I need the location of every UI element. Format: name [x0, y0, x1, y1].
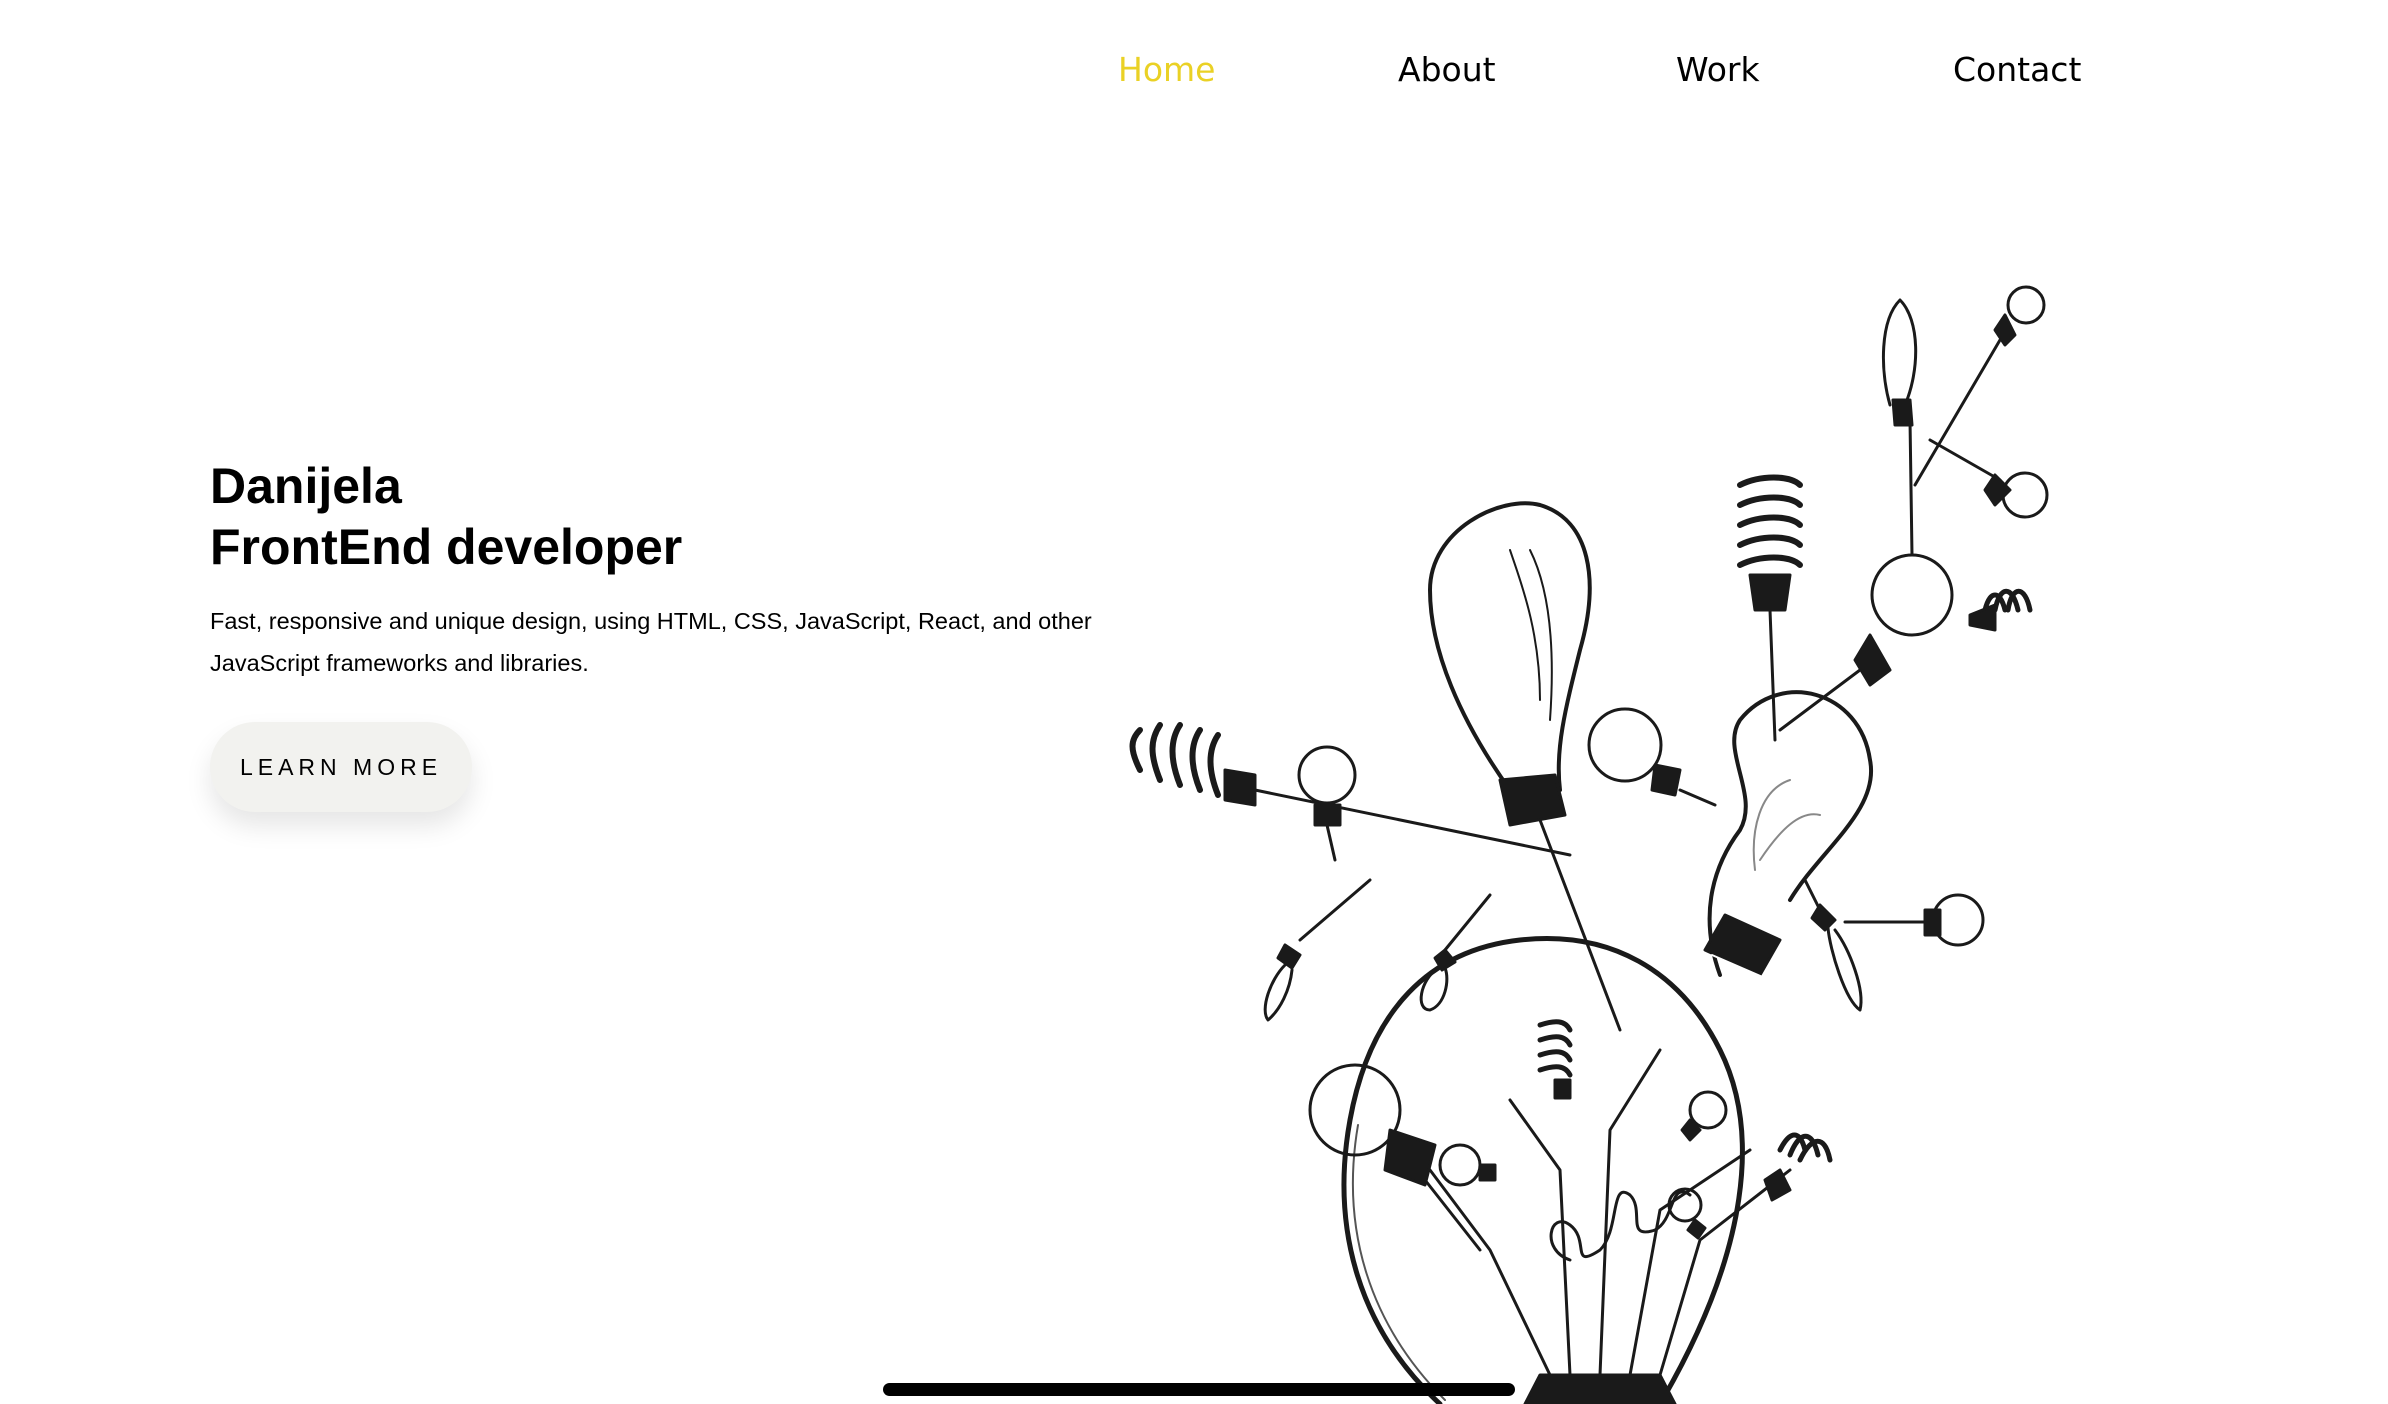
hero-role: FrontEnd developer	[210, 519, 683, 575]
nav-link-work[interactable]: Work	[1676, 44, 1760, 96]
home-indicator[interactable]	[883, 1383, 1515, 1396]
main-nav: Home About Work Contact	[0, 44, 2388, 96]
hero-title: Danijela FrontEnd developer	[210, 456, 1210, 578]
nav-link-contact[interactable]: Contact	[1953, 44, 2081, 96]
nav-link-home[interactable]: Home	[1118, 44, 1215, 96]
nav-link-about[interactable]: About	[1398, 44, 1496, 96]
hero-description: Fast, responsive and unique design, usin…	[210, 608, 1092, 676]
lightbulb-tree-illustration	[1100, 250, 2100, 1404]
learn-more-button[interactable]: LEARN MORE	[210, 722, 472, 812]
hero-name: Danijela	[210, 458, 402, 514]
hero-section: Danijela FrontEnd developer Fast, respon…	[210, 456, 1210, 812]
